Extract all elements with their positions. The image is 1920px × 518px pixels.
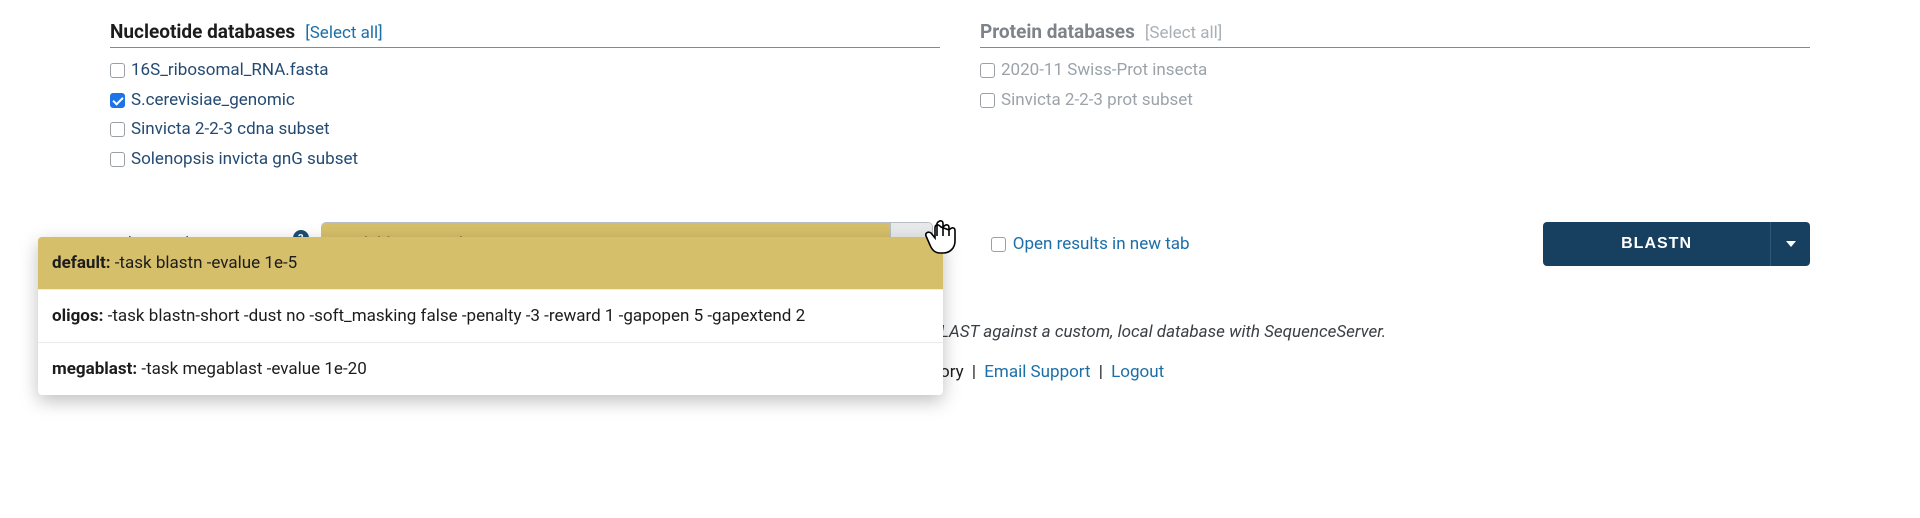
- option-value: -task blastn -evalue 1e-5: [115, 253, 298, 273]
- open-new-tab-option[interactable]: Open results in new tab: [991, 234, 1190, 254]
- protein-databases-section: Protein databases [Select all] 2020-11 S…: [980, 20, 1810, 174]
- db-label: 16S_ribosomal_RNA.fasta: [131, 58, 329, 84]
- protein-list: 2020-11 Swiss-Prot insecta Sinvicta 2-2-…: [980, 56, 1810, 115]
- dropdown-option-default[interactable]: default: -task blastn -evalue 1e-5: [38, 237, 943, 290]
- nucleotide-list: 16S_ribosomal_RNA.fasta S.cerevisiae_gen…: [110, 56, 940, 174]
- nucleotide-databases-section: Nucleotide databases [Select all] 16S_ri…: [110, 20, 940, 174]
- protein-item: 2020-11 Swiss-Prot insecta: [980, 56, 1810, 86]
- protein-title: Protein databases: [980, 20, 1135, 43]
- checkbox-icon[interactable]: [110, 122, 125, 137]
- dropdown-option-megablast[interactable]: megablast: -task megablast -evalue 1e-20: [38, 343, 943, 395]
- db-label: 2020-11 Swiss-Prot insecta: [1001, 58, 1207, 84]
- nucleotide-heading: Nucleotide databases [Select all]: [110, 20, 940, 48]
- protein-item: Sinvicta 2-2-3 prot subset: [980, 86, 1810, 116]
- blast-button[interactable]: BLASTN: [1543, 222, 1770, 266]
- db-label: S.cerevisiae_genomic: [131, 88, 295, 114]
- nucleotide-item[interactable]: Solenopsis invicta gnG subset: [110, 145, 940, 175]
- option-value: -task blastn-short -dust no -soft_maskin…: [108, 306, 806, 326]
- db-label: Sinvicta 2-2-3 cdna subset: [131, 117, 330, 143]
- email-support-link[interactable]: Email Support: [984, 362, 1090, 382]
- checkbox-icon[interactable]: [991, 237, 1006, 252]
- option-value: -task megablast -evalue 1e-20: [141, 359, 366, 379]
- nucleotide-title: Nucleotide databases: [110, 20, 295, 43]
- checkbox-icon: [980, 93, 995, 108]
- db-label: Sinvicta 2-2-3 prot subset: [1001, 88, 1193, 114]
- blast-button-group: BLASTN: [1543, 222, 1810, 266]
- nucleotide-item[interactable]: 16S_ribosomal_RNA.fasta: [110, 56, 940, 86]
- checkbox-icon[interactable]: [110, 63, 125, 78]
- protein-heading: Protein databases [Select all]: [980, 20, 1810, 48]
- blast-dropdown-toggle[interactable]: [1770, 222, 1810, 266]
- nucleotide-item[interactable]: S.cerevisiae_genomic: [110, 86, 940, 116]
- option-name: oligos:: [52, 306, 103, 326]
- db-label: Solenopsis invicta gnG subset: [131, 147, 358, 173]
- advanced-parameters-dropdown: default: -task blastn -evalue 1e-5 oligo…: [38, 237, 943, 395]
- checkbox-icon[interactable]: [110, 152, 125, 167]
- option-name: megablast:: [52, 359, 137, 379]
- footer-links: ory | Email Support | Logout: [940, 362, 1164, 382]
- protein-select-all: [Select all]: [1145, 23, 1222, 43]
- nucleotide-item[interactable]: Sinvicta 2-2-3 cdna subset: [110, 115, 940, 145]
- checkbox-icon: [980, 63, 995, 78]
- footer-tagline: LAST against a custom, local database wi…: [940, 322, 1386, 342]
- history-link-fragment[interactable]: ory: [940, 362, 964, 382]
- logout-link[interactable]: Logout: [1111, 362, 1164, 382]
- checkbox-icon[interactable]: [110, 93, 125, 108]
- chevron-down-icon: [1786, 241, 1796, 247]
- nucleotide-select-all[interactable]: [Select all]: [305, 23, 382, 43]
- open-new-tab-label: Open results in new tab: [1013, 234, 1190, 254]
- option-name: default:: [52, 253, 111, 273]
- dropdown-option-oligos[interactable]: oligos: -task blastn-short -dust no -sof…: [38, 290, 943, 343]
